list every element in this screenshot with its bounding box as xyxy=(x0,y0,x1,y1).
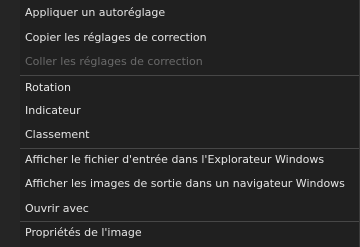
menu-item-paste-correction-settings: Coller les réglages de correction xyxy=(25,55,203,68)
menu-icon-rail xyxy=(0,0,20,247)
menu-item-rotation[interactable]: Rotation xyxy=(25,77,359,99)
menu-item-copy-correction-settings[interactable]: Copier les réglages de correction xyxy=(25,27,359,49)
menu-item-image-properties[interactable]: Propriétés de l'image xyxy=(25,222,359,244)
context-menu: Appliquer un autoréglage Copier les régl… xyxy=(0,0,360,247)
menu-item-show-output-in-browser[interactable]: Afficher les images de sortie dans un na… xyxy=(25,173,359,195)
menu-item-apply-auto-adjust[interactable]: Appliquer un autoréglage xyxy=(25,2,359,24)
menu-item-show-input-in-explorer[interactable]: Afficher le fichier d'entrée dans l'Expl… xyxy=(25,149,359,171)
menu-separator xyxy=(20,75,359,76)
menu-item-indicator[interactable]: Indicateur xyxy=(25,100,359,122)
menu-item-open-with[interactable]: Ouvrir avec xyxy=(25,198,359,220)
menu-item-ranking[interactable]: Classement xyxy=(25,124,359,146)
